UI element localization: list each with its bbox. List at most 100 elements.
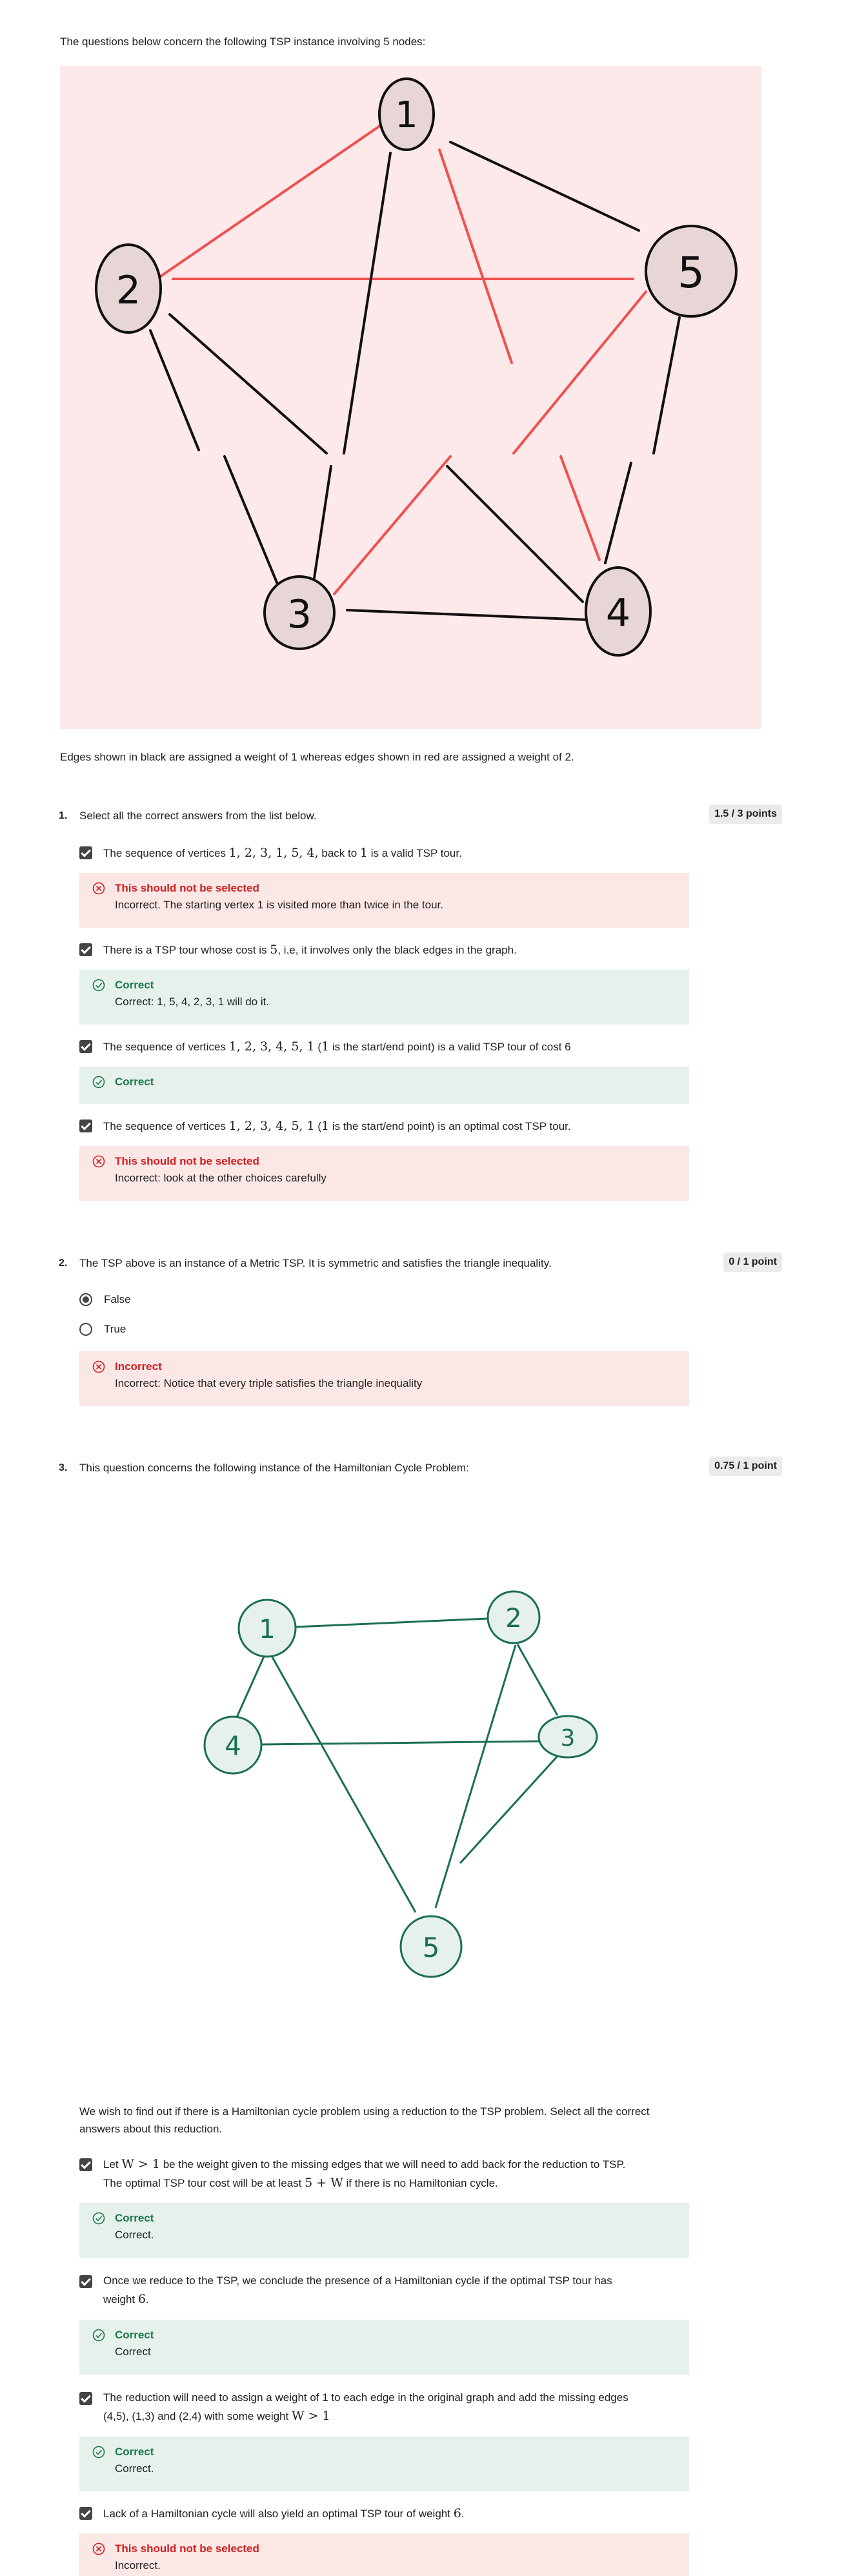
q3-intro: We wish to find out if there is a Hamilt… bbox=[79, 2105, 650, 2135]
q1-option-2-text: There is a TSP tour whose cost is 5, i.e… bbox=[103, 943, 517, 957]
edge-2-3-a bbox=[149, 329, 200, 451]
q2-number: 2. bbox=[59, 1258, 68, 1269]
hc-node-label-1: 1 bbox=[259, 1615, 275, 1644]
node-label-2: 2 bbox=[116, 268, 141, 313]
q1-feedback-3: Correct bbox=[79, 1067, 689, 1104]
q2-option-true-label: True bbox=[104, 1323, 126, 1335]
edge-5-4-a bbox=[652, 316, 681, 455]
q1-option-2[interactable]: There is a TSP tour whose cost is 5, i.e… bbox=[79, 943, 517, 957]
tsp-graph: 1 2 3 4 5 bbox=[95, 77, 738, 657]
hc-node-label-4: 4 bbox=[225, 1732, 241, 1761]
q2-feedback: Incorrect Incorrect: Notice that every t… bbox=[79, 1351, 689, 1406]
edge-1-2-red bbox=[156, 123, 384, 280]
q2-option-false[interactable]: False bbox=[79, 1293, 131, 1306]
q1-prompt: Select all the correct answers from the … bbox=[79, 810, 317, 822]
edge-1-5 bbox=[449, 141, 640, 232]
q3-option-2-text: Once we reduce to the TSP, we conclude t… bbox=[103, 2274, 612, 2306]
q1-option-1-text: The sequence of vertices 1, 2, 3, 1, 5, … bbox=[103, 846, 462, 860]
check-circle-icon bbox=[92, 2446, 105, 2458]
q3-option-4-text: Lack of a Hamiltonian cycle will also yi… bbox=[103, 2506, 465, 2520]
check-circle-icon bbox=[92, 2212, 105, 2225]
edge-1-3-a bbox=[343, 152, 392, 455]
q1-points-badge: 1.5 / 3 points bbox=[709, 804, 782, 824]
q1-option-3-text: The sequence of vertices 1, 2, 3, 4, 5, … bbox=[103, 1039, 571, 1054]
tsp-graph-figure: 1 2 3 4 5 bbox=[60, 66, 761, 729]
error-circle-icon bbox=[92, 1155, 105, 1168]
edge-5-3-red-b bbox=[333, 455, 452, 595]
check-circle-icon bbox=[92, 2329, 105, 2342]
radio-unselected[interactable] bbox=[79, 1323, 92, 1336]
q3-option-3[interactable]: The reduction will need to assign a weig… bbox=[79, 2389, 628, 2426]
check-circle-icon bbox=[92, 979, 105, 992]
edge-5-3-red bbox=[512, 291, 647, 455]
node-label-1: 1 bbox=[395, 94, 418, 136]
hc-node-label-3: 3 bbox=[561, 1725, 576, 1752]
checkbox-checked[interactable] bbox=[79, 2507, 92, 2520]
q1-feedback-1-text: Incorrect. The starting vertex 1 is visi… bbox=[115, 899, 443, 911]
checkbox-checked[interactable] bbox=[79, 2275, 92, 2288]
checkbox-checked[interactable] bbox=[79, 2158, 92, 2171]
q1-feedback-4-text: Incorrect: look at the other choices car… bbox=[115, 1172, 327, 1184]
hc-edge-4-3 bbox=[261, 1740, 541, 1746]
q1-option-1[interactable]: The sequence of vertices 1, 2, 3, 1, 5, … bbox=[79, 846, 462, 860]
q1-feedback-2: Correct Correct: 1, 5, 4, 2, 3, 1 will d… bbox=[79, 970, 689, 1025]
node-label-5: 5 bbox=[678, 248, 705, 298]
q3-feedback-1: Correct Correct. bbox=[79, 2203, 689, 2258]
hc-edge-2-3 bbox=[516, 1644, 559, 1716]
error-circle-icon bbox=[92, 882, 105, 895]
checkbox-checked[interactable] bbox=[79, 1119, 92, 1132]
q2-points-badge: 0 / 1 point bbox=[723, 1252, 782, 1272]
q3-prompt: This question concerns the following ins… bbox=[79, 1462, 469, 1474]
q1-option-3[interactable]: The sequence of vertices 1, 2, 3, 4, 5, … bbox=[79, 1039, 571, 1054]
q1-feedback-4: This should not be selected Incorrect: l… bbox=[79, 1146, 689, 1201]
radio-selected[interactable] bbox=[79, 1293, 92, 1306]
hc-node-label-5: 5 bbox=[423, 1932, 440, 1963]
graph-caption: Edges shown in black are assigned a weig… bbox=[60, 751, 574, 763]
edge-2-3-b bbox=[223, 455, 279, 587]
q1-feedback-1: This should not be selected Incorrect. T… bbox=[79, 873, 689, 928]
hc-edge-1-2 bbox=[295, 1617, 489, 1628]
edge-1-4-red bbox=[438, 148, 513, 364]
checkbox-checked[interactable] bbox=[79, 2392, 92, 2405]
q3-feedback-3-text: Correct. bbox=[115, 2462, 154, 2475]
q3-feedback-1-text: Correct. bbox=[115, 2229, 154, 2241]
edge-3-4 bbox=[346, 609, 589, 621]
q3-option-1-text: Let W > 1 be the weight given to the mis… bbox=[103, 2157, 626, 2190]
q3-feedback-4-text: Incorrect. bbox=[115, 2559, 161, 2571]
hc-edge-1-5 bbox=[270, 1655, 417, 1913]
q3-feedback-2-text: Correct bbox=[115, 2346, 151, 2358]
edge-1-4-red-b bbox=[559, 455, 601, 561]
hamiltonian-graph: 1 2 3 4 5 bbox=[203, 1590, 598, 1978]
edge-2-4-b bbox=[446, 465, 584, 603]
q3-points-badge: 0.75 / 1 point bbox=[709, 1457, 782, 1476]
node-label-4: 4 bbox=[606, 591, 630, 636]
error-circle-icon bbox=[92, 1360, 105, 1373]
q3-option-2[interactable]: Once we reduce to the TSP, we conclude t… bbox=[79, 2272, 612, 2309]
q1-feedback-2-text: Correct: 1, 5, 4, 2, 3, 1 will do it. bbox=[115, 996, 270, 1008]
q3-option-4[interactable]: Lack of a Hamiltonian cycle will also yi… bbox=[79, 2506, 465, 2520]
q3-option-3-text: The reduction will need to assign a weig… bbox=[103, 2391, 628, 2423]
hc-edge-2-5 bbox=[434, 1644, 517, 1908]
checkbox-checked[interactable] bbox=[79, 846, 92, 859]
q2-option-true[interactable]: True bbox=[79, 1323, 126, 1336]
checkbox-checked[interactable] bbox=[79, 943, 92, 956]
q1-option-4[interactable]: The sequence of vertices 1, 2, 3, 4, 5, … bbox=[79, 1119, 571, 1133]
q1-option-4-text: The sequence of vertices 1, 2, 3, 4, 5, … bbox=[103, 1119, 571, 1133]
q3-number: 3. bbox=[59, 1462, 68, 1473]
checkbox-checked[interactable] bbox=[79, 1040, 92, 1053]
node-label-3: 3 bbox=[287, 592, 312, 637]
edge-2-4-a bbox=[168, 313, 328, 455]
q2-feedback-text: Incorrect: Notice that every triple sati… bbox=[115, 1377, 423, 1389]
hc-edge-3-5 bbox=[459, 1755, 559, 1865]
q3-feedback-4: This should not be selected Incorrect. bbox=[79, 2533, 689, 2576]
q2-option-false-label: False bbox=[104, 1293, 131, 1305]
q2-prompt: The TSP above is an instance of a Metric… bbox=[79, 1257, 552, 1269]
edge-1-3-b bbox=[312, 465, 332, 584]
q1-number: 1. bbox=[59, 810, 68, 821]
q3-option-1[interactable]: Let W > 1 be the weight given to the mis… bbox=[79, 2155, 625, 2193]
q3-feedback-3: Correct Correct. bbox=[79, 2437, 689, 2491]
q3-feedback-2: Correct Correct bbox=[79, 2320, 689, 2375]
edge-5-4-b bbox=[604, 462, 632, 564]
intro-text: The questions below concern the followin… bbox=[60, 36, 426, 48]
check-circle-icon bbox=[92, 1076, 105, 1089]
